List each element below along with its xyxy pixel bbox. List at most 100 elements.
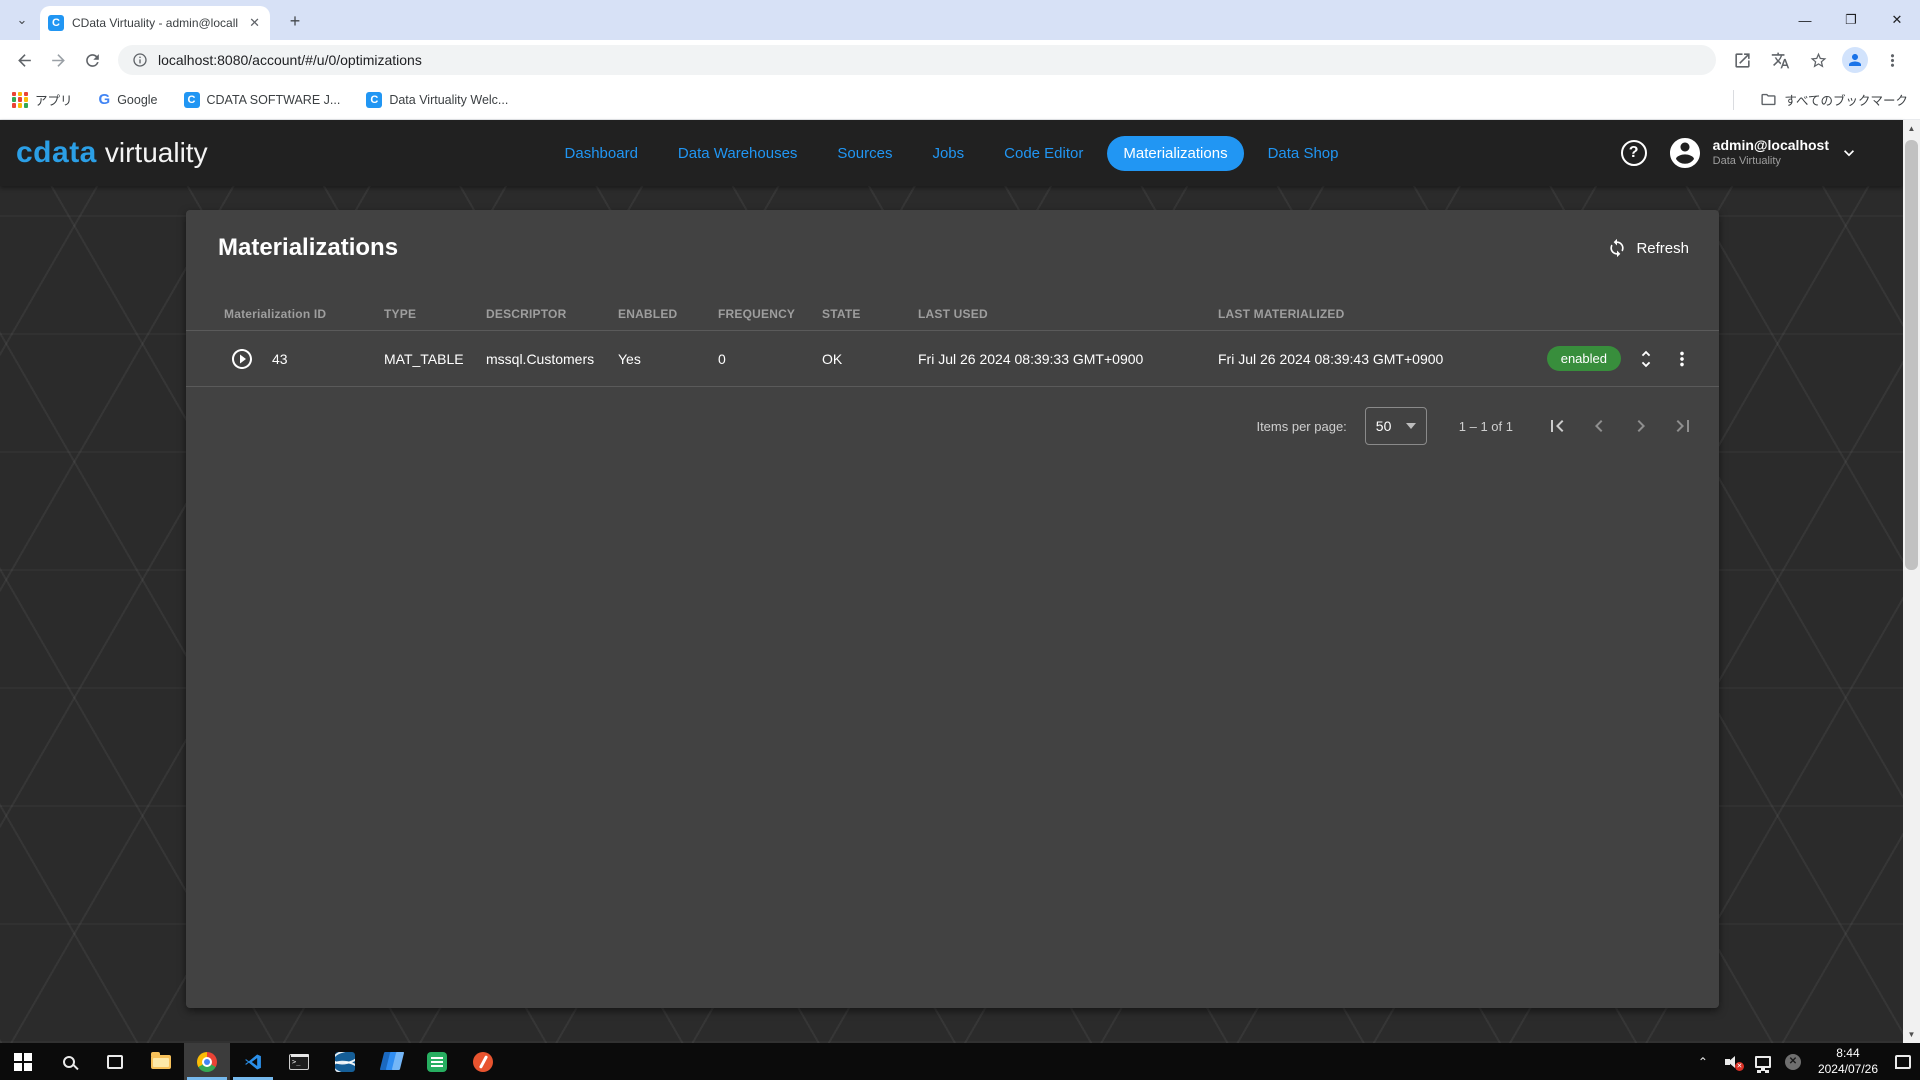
apps-grid-icon [12,92,28,108]
nav-jobs[interactable]: Jobs [916,136,980,171]
url-text[interactable]: localhost:8080/account/#/u/0/optimizatio… [158,52,422,68]
terminal-icon[interactable]: >_ [276,1043,322,1080]
browser-titlebar: ⌄ C CData Virtuality - admin@locall ✕ + … [0,0,1920,40]
chevron-down-icon[interactable] [1839,143,1859,163]
first-page-icon[interactable] [1545,414,1569,438]
scrollbar-thumb[interactable] [1905,140,1918,570]
items-per-page-select[interactable]: 50 [1365,407,1427,445]
refresh-label: Refresh [1636,240,1689,257]
scroll-up-icon[interactable]: ▲ [1903,120,1920,137]
chrome-icon[interactable] [184,1043,230,1080]
last-page-icon[interactable] [1671,414,1695,438]
minimize-icon[interactable]: — [1782,0,1828,40]
col-last-materialized: LAST MATERIALIZED [1218,307,1525,321]
materializations-card: Materializations Refresh Materialization… [186,210,1719,1008]
divider [186,386,1719,387]
bookmark-data-virtuality[interactable]: C Data Virtuality Welc... [366,92,508,108]
page-scrollbar[interactable]: ▲ ▼ [1903,120,1920,1043]
col-frequency: FREQUENCY [718,307,822,321]
cdata-icon: C [184,92,200,108]
paginator-nav [1545,414,1695,438]
google-g-icon: G [99,91,111,108]
nav-code-editor[interactable]: Code Editor [988,136,1099,171]
vscode-icon[interactable] [230,1043,276,1080]
nav-sources[interactable]: Sources [821,136,908,171]
file-explorer-icon[interactable] [138,1043,184,1080]
layers-app-icon[interactable] [368,1043,414,1080]
logo-product: virtuality [105,137,208,169]
address-bar[interactable]: localhost:8080/account/#/u/0/optimizatio… [118,45,1716,75]
maximize-icon[interactable]: ❐ [1828,0,1874,40]
tab-close-icon[interactable]: ✕ [247,15,262,31]
user-menu[interactable]: admin@localhost Data Virtuality [1667,135,1859,171]
tray-expand-icon[interactable]: ⌃ [1690,1049,1716,1075]
cell-frequency: 0 [718,351,822,367]
table-header: Materialization ID TYPE DESCRIPTOR ENABL… [186,298,1719,330]
taskbar: >_ ⌃ ✕ ✕ 8:44 2024/07/26 [0,1043,1920,1080]
all-bookmarks-button[interactable]: すべてのブックマーク [1760,90,1908,109]
all-bookmarks-label: すべてのブックマーク [1784,90,1908,109]
database-tool-icon[interactable] [322,1043,368,1080]
log-viewer-icon[interactable] [414,1043,460,1080]
user-org: Data Virtuality [1713,155,1829,169]
items-per-page-label: Items per page: [1256,419,1346,434]
bookmark-label: Google [117,93,157,107]
profile-icon[interactable] [1842,47,1868,73]
cell-descriptor: mssql.Customers [486,351,618,367]
help-icon[interactable]: ? [1621,140,1647,166]
col-type: TYPE [384,307,486,321]
refresh-icon [1607,238,1627,258]
reload-icon[interactable] [78,46,106,74]
forward-icon[interactable] [44,46,72,74]
offline-status-icon[interactable]: ✕ [1780,1049,1806,1075]
browser-tab[interactable]: C CData Virtuality - admin@locall ✕ [40,6,270,40]
back-icon[interactable] [10,46,38,74]
network-icon[interactable] [1750,1049,1776,1075]
notification-center-icon[interactable] [1890,1049,1916,1075]
star-icon[interactable] [1804,46,1832,74]
bookmark-apps[interactable]: アプリ [12,90,73,109]
cell-type: MAT_TABLE [384,351,486,367]
windows-start-icon[interactable] [0,1043,46,1080]
refresh-button[interactable]: Refresh [1607,238,1689,258]
status-badge[interactable]: enabled [1547,346,1621,371]
cdata-favicon-icon: C [48,15,64,31]
kebab-menu-icon[interactable] [1878,46,1906,74]
col-last-used: LAST USED [918,307,1218,321]
bookmark-label: CDATA SOFTWARE J... [207,93,341,107]
account-circle-icon [1667,135,1703,171]
tab-title: CData Virtuality - admin@locall [72,16,239,30]
task-view-icon[interactable] [92,1043,138,1080]
nav-data-warehouses[interactable]: Data Warehouses [662,136,814,171]
tab-search-icon[interactable]: ⌄ [10,8,34,32]
open-in-new-icon[interactable] [1728,46,1756,74]
table-row[interactable]: 43 MAT_TABLE mssql.Customers Yes 0 OK Fr… [186,331,1719,386]
feather-app-icon[interactable] [460,1043,506,1080]
user-texts: admin@localhost Data Virtuality [1713,137,1829,168]
col-descriptor: DESCRIPTOR [486,307,618,321]
play-circle-icon[interactable] [230,347,254,371]
bookmarks-bar: アプリ G Google C CDATA SOFTWARE J... C Dat… [0,80,1920,120]
taskbar-clock[interactable]: 8:44 2024/07/26 [1810,1046,1886,1077]
nav-data-shop[interactable]: Data Shop [1252,136,1355,171]
cdata-icon: C [366,92,382,108]
scroll-down-icon[interactable]: ▼ [1903,1026,1920,1043]
more-vert-icon[interactable] [1671,348,1693,370]
chevron-left-icon[interactable] [1587,414,1611,438]
info-icon[interactable] [132,52,148,68]
chevron-right-icon[interactable] [1629,414,1653,438]
nav-dashboard[interactable]: Dashboard [549,136,654,171]
page-title: Materializations [218,234,398,262]
bookmark-cdata-software[interactable]: C CDATA SOFTWARE J... [184,92,341,108]
app-logo[interactable]: cdata virtuality [16,136,208,170]
new-tab-icon[interactable]: + [284,10,306,32]
taskbar-search-icon[interactable] [46,1043,92,1080]
volume-muted-icon[interactable]: ✕ [1720,1049,1746,1075]
items-per-page-value: 50 [1376,418,1392,434]
bookmark-google[interactable]: G Google [99,91,158,108]
translate-icon[interactable] [1766,46,1794,74]
bookmark-label: アプリ [35,90,73,109]
close-icon[interactable]: ✕ [1874,0,1920,40]
unfold-more-icon[interactable] [1635,348,1657,370]
nav-materializations[interactable]: Materializations [1107,136,1243,171]
